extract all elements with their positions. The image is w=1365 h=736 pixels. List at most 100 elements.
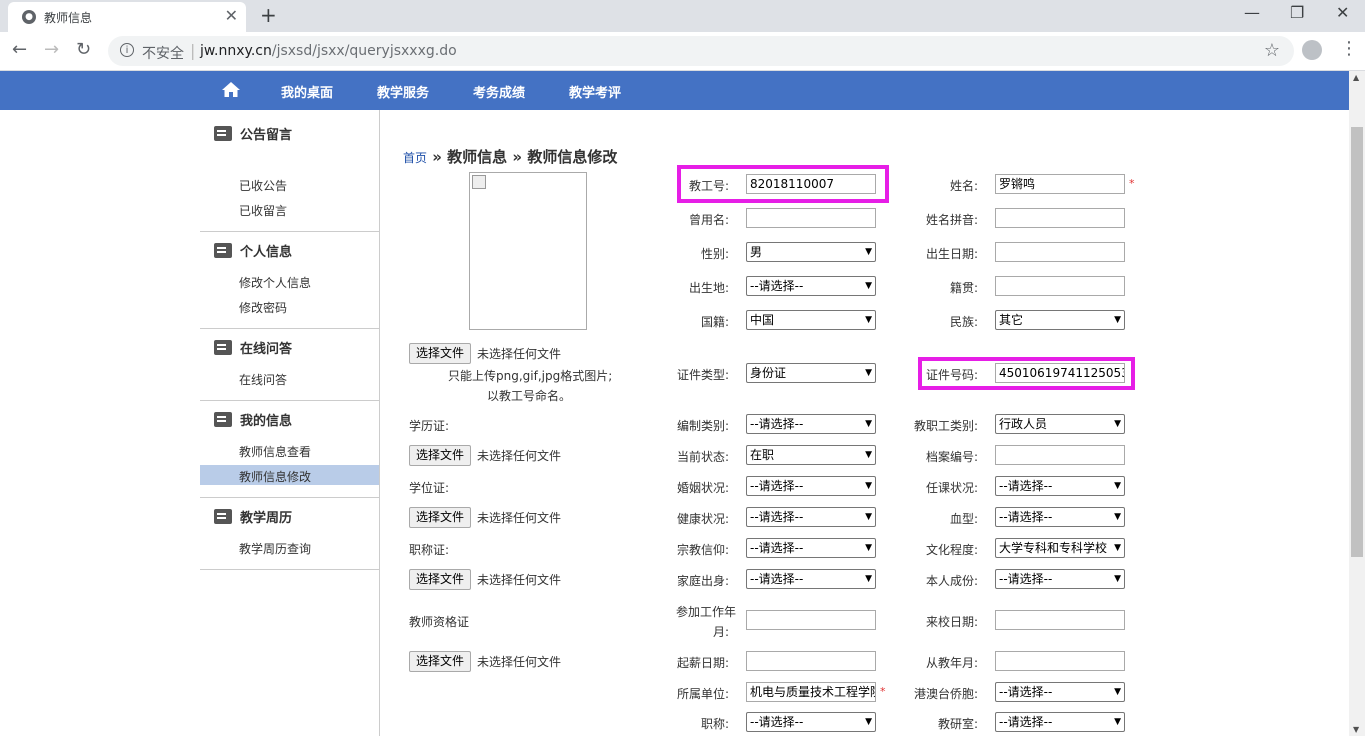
blood-type-select[interactable]: --请选择-- ▼ [995, 507, 1125, 527]
list-icon [214, 412, 232, 427]
list-icon [214, 126, 232, 141]
research-office-select[interactable]: --请选择-- ▼ [995, 712, 1125, 732]
staff-category-select[interactable]: 行政人员 ▼ [995, 414, 1125, 434]
nav-exams-grades[interactable]: 考务成绩 [473, 82, 525, 101]
browser-tab[interactable]: ● 教师信息 ✕ [8, 2, 246, 32]
dropdown-arrow-icon: ▼ [863, 446, 872, 464]
url-text[interactable]: jw.nnxy.cn/jsxsd/jsxx/queryjsxxxg.do [200, 43, 457, 59]
marital-select[interactable]: --请选择-- ▼ [746, 476, 876, 496]
scroll-up-arrow-icon[interactable]: ▲ [1353, 73, 1359, 82]
back-button[interactable]: ← [12, 40, 27, 60]
department-field[interactable]: 机电与质量技术工程学院 [746, 682, 876, 702]
overseas-label: 港澳台侨胞: [913, 687, 978, 701]
sidebar-section-my-info: 我的信息 教师信息查看 教师信息修改 [200, 400, 379, 498]
salary-date-field[interactable] [746, 651, 876, 671]
personal-status-select[interactable]: --请选择-- ▼ [995, 569, 1125, 589]
page-scrollbar[interactable]: ▲ ▼ [1349, 71, 1365, 736]
info-icon[interactable]: i [120, 43, 134, 57]
dropdown-arrow-icon: ▼ [1112, 508, 1121, 526]
new-tab-button[interactable]: + [260, 4, 277, 26]
choose-file-button[interactable]: 选择文件 [409, 569, 471, 590]
browser-toolbar: ← → ↻ i 不安全 | jw.nnxy.cn/jsxsd/jsxx/quer… [0, 32, 1365, 71]
former-name-field[interactable] [746, 208, 876, 228]
id-type-label: 证件类型: [676, 368, 729, 382]
file-no-field[interactable] [995, 445, 1125, 465]
birth-date-field[interactable] [995, 242, 1125, 262]
required-mark: * [880, 685, 886, 698]
staffing-type-select[interactable]: --请选择-- ▼ [746, 414, 876, 434]
choose-file-button[interactable]: 选择文件 [409, 507, 471, 528]
tab-title: 教师信息 [44, 11, 93, 25]
birthplace-label: 出生地: [688, 281, 729, 295]
arrival-date-field[interactable] [995, 610, 1125, 630]
health-label: 健康状况: [676, 512, 729, 526]
choose-file-button[interactable]: 选择文件 [409, 651, 471, 672]
forward-button[interactable]: → [44, 40, 59, 60]
dropdown-arrow-icon: ▼ [1112, 539, 1121, 557]
window-close-button[interactable]: ✕ [1336, 4, 1349, 22]
staff-id-field[interactable]: 82018110007 [746, 174, 876, 194]
work-start-field[interactable] [746, 610, 876, 630]
profile-avatar[interactable] [1302, 40, 1322, 60]
native-place-field[interactable] [995, 276, 1125, 296]
ethnicity-select[interactable]: 其它 ▼ [995, 310, 1125, 330]
sidebar-item-received-notices[interactable]: 已收公告 [200, 174, 379, 194]
dropdown-arrow-icon: ▼ [863, 311, 872, 329]
overseas-select[interactable]: --请选择-- ▼ [995, 682, 1125, 702]
sidebar-section-title: 教学周历 [240, 511, 293, 526]
choose-file-button[interactable]: 选择文件 [409, 343, 471, 364]
scroll-down-arrow-icon[interactable]: ▼ [1353, 725, 1359, 734]
family-origin-select[interactable]: --请选择-- ▼ [746, 569, 876, 589]
close-tab-icon[interactable]: ✕ [225, 8, 238, 24]
breadcrumb-home-link[interactable]: 首页 [403, 151, 427, 165]
dropdown-arrow-icon: ▼ [1112, 683, 1121, 701]
upload-hint-format: 只能上传png,gif,jpg格式图片; [448, 369, 613, 383]
file-no-label: 档案编号: [925, 450, 978, 464]
sidebar-item-teacher-info-view[interactable]: 教师信息查看 [200, 440, 379, 460]
sidebar-item-teacher-info-edit[interactable]: 教师信息修改 [200, 465, 379, 485]
address-bar[interactable]: i 不安全 | jw.nnxy.cn/jsxsd/jsxx/queryjsxxx… [108, 36, 1294, 66]
upload-hint-naming: 以教工号命名。 [487, 389, 572, 403]
sidebar-section-qa: 在线问答 在线问答 [200, 328, 379, 401]
title-select[interactable]: --请选择-- ▼ [746, 712, 876, 732]
sidebar-section-personal: 个人信息 修改个人信息 修改密码 [200, 231, 379, 329]
minimize-button[interactable]: — [1244, 4, 1260, 22]
reload-button[interactable]: ↻ [76, 40, 91, 60]
teaching-since-field[interactable] [995, 651, 1125, 671]
dropdown-arrow-icon: ▼ [863, 508, 872, 526]
gender-select[interactable]: 男 ▼ [746, 242, 876, 262]
nav-teaching-evaluation[interactable]: 教学考评 [569, 82, 621, 101]
nav-desktop[interactable]: 我的桌面 [281, 82, 333, 101]
browser-menu-icon[interactable]: ⋮ [1340, 38, 1358, 59]
sidebar-item-online-qa[interactable]: 在线问答 [200, 368, 379, 388]
id-type-select[interactable]: 身份证 ▼ [746, 363, 876, 383]
sidebar-item-change-password[interactable]: 修改密码 [200, 296, 379, 316]
nationality-select[interactable]: 中国 ▼ [746, 310, 876, 330]
sidebar-item-calendar-query[interactable]: 教学周历查询 [200, 537, 379, 557]
nav-teaching-service[interactable]: 教学服务 [377, 82, 429, 101]
choose-file-button[interactable]: 选择文件 [409, 445, 471, 466]
sidebar-item-received-messages[interactable]: 已收留言 [200, 199, 379, 219]
dropdown-arrow-icon: ▼ [1112, 570, 1121, 588]
restore-button[interactable]: ❐ [1290, 4, 1304, 22]
bookmark-star-icon[interactable]: ☆ [1264, 40, 1280, 61]
religion-select[interactable]: --请选择-- ▼ [746, 538, 876, 558]
breadcrumb-parent: 教师信息 [447, 148, 508, 166]
education-select[interactable]: 大学专科和专科学校 ▼ [995, 538, 1125, 558]
title-cert-label: 职称证: [409, 543, 450, 557]
teaching-status-select[interactable]: --请选择-- ▼ [995, 476, 1125, 496]
family-origin-label: 家庭出身: [676, 574, 729, 588]
sidebar-item-edit-personal[interactable]: 修改个人信息 [200, 271, 379, 291]
home-icon[interactable] [221, 81, 241, 101]
birthplace-select[interactable]: --请选择-- ▼ [746, 276, 876, 296]
id-number-field[interactable]: 450106197411250530 [995, 363, 1125, 383]
native-place-label: 籍贯: [949, 281, 978, 295]
work-start-label-line1: 参加工作年 [675, 605, 736, 619]
health-select[interactable]: --请选择-- ▼ [746, 507, 876, 527]
sidebar-section-notices: 公告留言 已收公告 已收留言 [200, 110, 379, 232]
current-status-select[interactable]: 在职 ▼ [746, 445, 876, 465]
dropdown-arrow-icon: ▼ [1112, 311, 1121, 329]
name-field[interactable]: 罗锵鸣 [995, 174, 1125, 194]
name-pinyin-field[interactable] [995, 208, 1125, 228]
scrollbar-thumb[interactable] [1351, 127, 1363, 557]
